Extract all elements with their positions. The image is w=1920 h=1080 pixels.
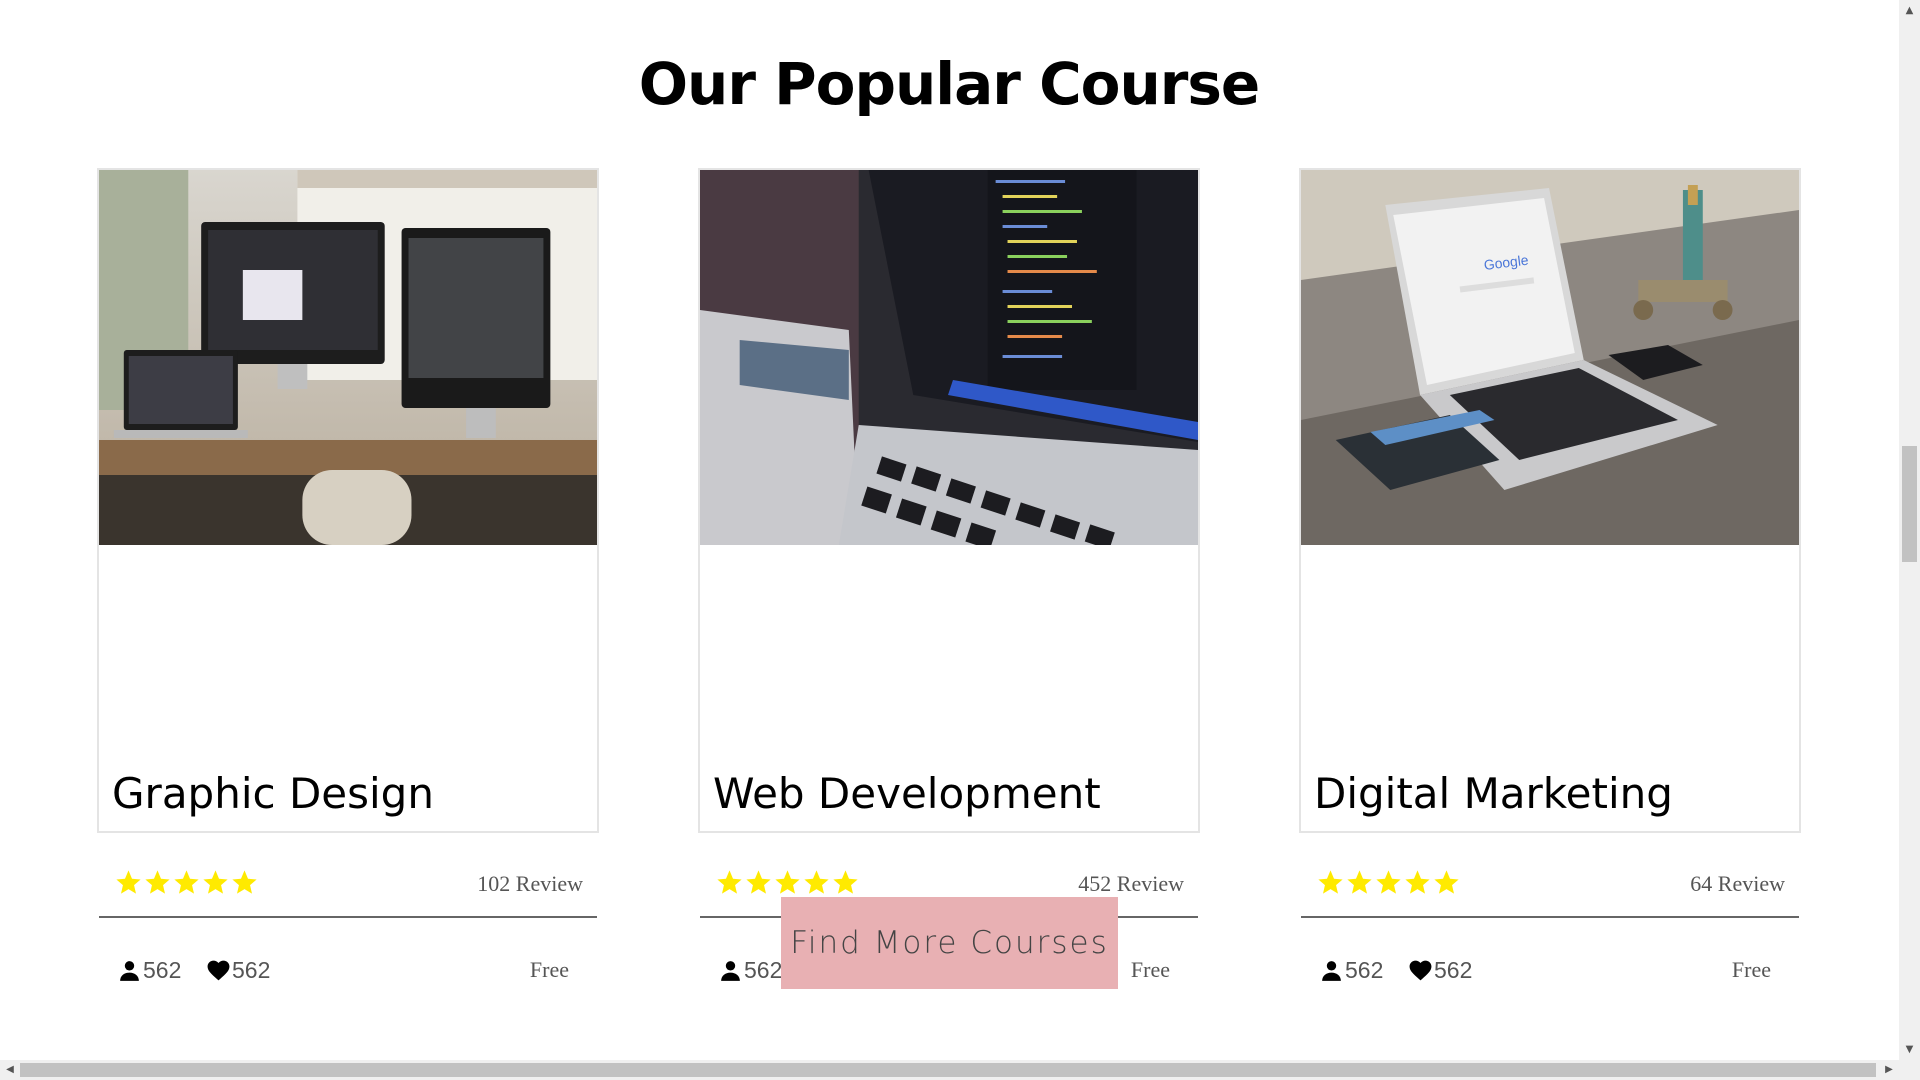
find-more-courses-button[interactable]: Find More Courses (781, 897, 1118, 989)
star-icon (232, 870, 257, 894)
scrollbar-corner (1899, 1060, 1920, 1080)
horizontal-scroll-thumb[interactable] (20, 1063, 1876, 1077)
rating-row: 64 Review (1316, 868, 1785, 902)
star-icon (746, 870, 771, 894)
students-count: 562 (1319, 954, 1383, 986)
price: Free (1731, 957, 1771, 982)
likes-number: 562 (1434, 956, 1473, 983)
star-icon (174, 870, 199, 894)
rating-row: 102 Review (114, 868, 583, 902)
likes-count[interactable]: 562 (206, 954, 270, 986)
horizontal-scrollbar[interactable]: ◀ ▶ (0, 1060, 1899, 1080)
section-title: Our Popular Course (638, 50, 1261, 118)
star-rating (1316, 868, 1461, 902)
students-count: 562 (718, 954, 782, 986)
students-number: 562 (744, 956, 783, 983)
star-icon (203, 870, 228, 894)
review-count: 64 Review (1690, 871, 1785, 896)
divider (1301, 916, 1799, 918)
star-icon (804, 870, 829, 894)
scroll-left-icon[interactable]: ◀ (0, 1060, 20, 1080)
heart-icon[interactable] (1408, 958, 1433, 983)
price: Free (529, 957, 569, 982)
star-icon (1347, 870, 1372, 894)
students-number: 562 (1345, 956, 1384, 983)
star-rating (114, 868, 259, 902)
course-card-digital-marketing[interactable]: Google Digital Marketing 64 Review 562 5… (1299, 168, 1801, 983)
star-icon (833, 870, 858, 894)
star-icon (775, 870, 800, 894)
review-count: 452 Review (1078, 871, 1184, 896)
course-card-graphic-design[interactable]: Graphic Design 102 Review 562 562 Free (97, 168, 599, 983)
star-icon (1376, 870, 1401, 894)
star-icon (116, 870, 141, 894)
star-icon (1318, 870, 1343, 894)
course-title[interactable]: Web Development (713, 767, 1101, 821)
star-icon (717, 870, 742, 894)
heart-icon[interactable] (206, 958, 231, 983)
course-card-web-development[interactable]: Web Development 452 Review 562 562 Free (698, 168, 1200, 983)
user-icon (1322, 960, 1341, 981)
meta-row: 562 562 Free (1319, 954, 1771, 986)
course-title[interactable]: Digital Marketing (1314, 767, 1673, 821)
likes-count[interactable]: 562 (1408, 954, 1472, 986)
vertical-scroll-thumb[interactable] (1902, 446, 1917, 562)
meta-row: 562 562 Free (117, 954, 569, 986)
user-icon (721, 960, 740, 981)
course-title[interactable]: Graphic Design (112, 767, 434, 821)
course-image-graphic-design[interactable] (99, 170, 597, 545)
scroll-right-icon[interactable]: ▶ (1879, 1060, 1899, 1080)
star-icon (145, 870, 170, 894)
divider (99, 916, 597, 918)
course-image-web-development[interactable] (700, 170, 1198, 545)
star-icon (1405, 870, 1430, 894)
course-image-digital-marketing[interactable]: Google (1301, 170, 1799, 545)
scroll-up-icon[interactable]: ▲ (1899, 0, 1920, 21)
students-number: 562 (143, 956, 182, 983)
price: Free (1130, 957, 1170, 982)
page: Our Popular Course Graphic Design 102 Re… (0, 0, 1920, 1080)
star-icon (1434, 870, 1459, 894)
vertical-scrollbar[interactable]: ▲ ▼ (1899, 0, 1920, 1060)
user-icon (120, 960, 139, 981)
scroll-down-icon[interactable]: ▼ (1899, 1039, 1920, 1060)
review-count: 102 Review (477, 871, 583, 896)
likes-number: 562 (232, 956, 271, 983)
students-count: 562 (117, 954, 181, 986)
